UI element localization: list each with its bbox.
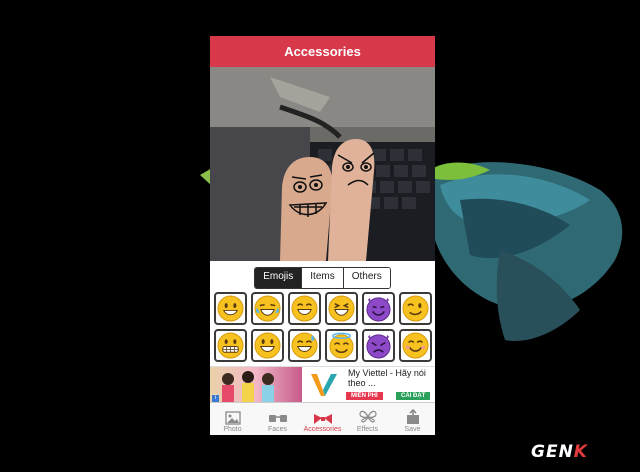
smile-icon	[402, 332, 429, 359]
segment-emojis[interactable]: Emojis	[255, 268, 303, 288]
viettel-logo	[306, 369, 342, 401]
watermark-accent: K	[573, 442, 588, 462]
emoji-cell[interactable]	[288, 292, 321, 325]
title-bar: Accessories	[210, 36, 435, 67]
share-icon	[406, 409, 419, 424]
ad-title: My Viettel - Hãy nói theo ...	[348, 368, 426, 388]
bottom-tab-bar: Photo Faces Accessories Effects Save	[210, 402, 435, 435]
segment-others[interactable]: Others	[343, 268, 390, 288]
squint-laugh-icon	[328, 295, 355, 322]
phone-screen: Accessories Emojis Items Others i My Vie…	[210, 36, 435, 435]
tab-photo[interactable]: Photo	[210, 403, 255, 435]
sweat-smile-icon	[291, 332, 318, 359]
tears-of-joy-icon	[254, 295, 281, 322]
smiling-devil-icon	[366, 297, 391, 322]
ad-info-badge[interactable]: i	[212, 395, 219, 402]
emoji-cell[interactable]	[251, 292, 284, 325]
emoji-grid	[210, 289, 435, 362]
ad-install-button[interactable]: CÀI ĐẶT	[396, 392, 431, 400]
emoji-cell[interactable]	[251, 329, 284, 362]
viettel-v-icon	[311, 374, 337, 396]
tab-label: Effects	[356, 426, 379, 433]
tab-effects[interactable]: Effects	[345, 403, 390, 435]
grin-icon	[291, 295, 318, 322]
emoji-cell[interactable]	[214, 292, 247, 325]
photo-icon	[224, 411, 241, 425]
tab-faces[interactable]: Faces	[255, 403, 300, 435]
grimace-icon	[217, 332, 244, 359]
watermark-logo: GENK	[531, 442, 588, 462]
emoji-cell[interactable]	[362, 292, 395, 325]
tab-label: Save	[404, 426, 421, 433]
finger-photo	[210, 67, 435, 261]
tab-label: Photo	[223, 426, 242, 433]
angry-devil-icon	[366, 334, 391, 359]
bowtie-icon	[313, 414, 332, 424]
emoji-cell[interactable]	[362, 329, 395, 362]
emoji-cell[interactable]	[325, 329, 358, 362]
tab-accessories[interactable]: Accessories	[300, 403, 345, 435]
watermark-text: GEN	[531, 442, 574, 462]
ad-free-label: MIỄN PHÍ	[346, 392, 383, 400]
emoji-cell[interactable]	[399, 329, 432, 362]
grin-icon	[217, 295, 244, 322]
category-segmented-control: Emojis Items Others	[210, 261, 435, 289]
tab-label: Accessories	[303, 426, 342, 433]
butterfly-icon	[358, 410, 377, 423]
tab-label: Faces	[267, 426, 288, 433]
wink-icon	[402, 295, 429, 322]
photo-canvas[interactable]	[210, 67, 435, 261]
ad-people-image	[222, 371, 274, 403]
segment-group: Emojis Items Others	[254, 267, 391, 289]
page-title: Accessories	[284, 44, 361, 59]
glasses-icon	[268, 415, 287, 422]
emoji-cell[interactable]	[325, 292, 358, 325]
ad-image: i	[210, 367, 302, 403]
ad-banner[interactable]: i My Viettel - Hãy nói theo ... MIỄN PHÍ…	[210, 366, 435, 403]
emoji-cell[interactable]	[214, 329, 247, 362]
halo-icon	[329, 332, 354, 359]
emoji-cell[interactable]	[399, 292, 432, 325]
segment-items[interactable]: Items	[302, 268, 344, 288]
tab-save[interactable]: Save	[390, 403, 435, 435]
emoji-cell[interactable]	[288, 329, 321, 362]
grin-icon	[254, 332, 281, 359]
